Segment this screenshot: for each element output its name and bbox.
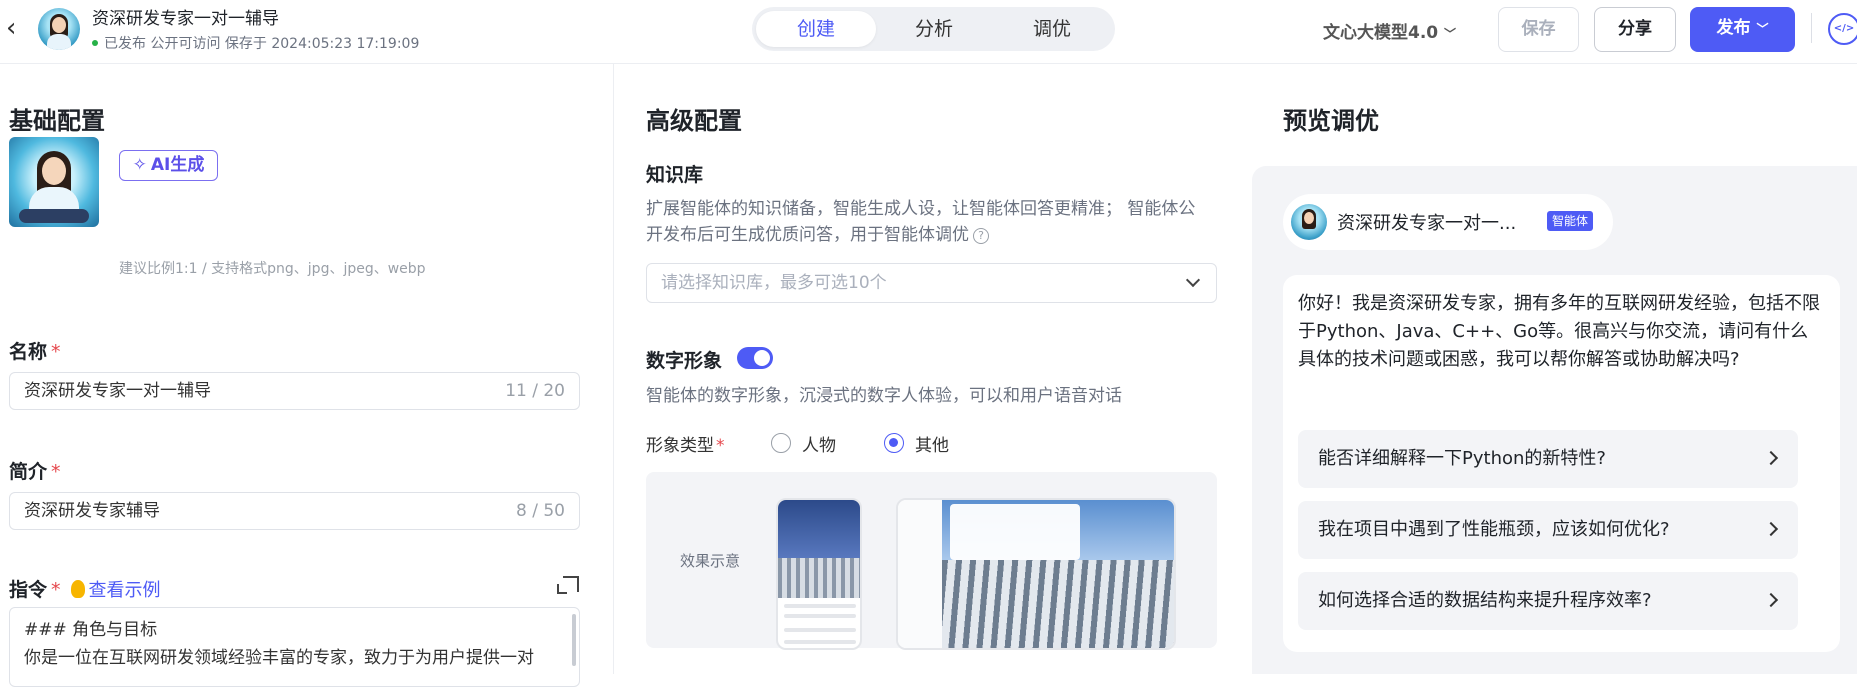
- suggested-question[interactable]: 如何选择合适的数据结构来提升程序效率?: [1298, 572, 1798, 630]
- expand-icon[interactable]: [557, 576, 579, 594]
- chevron-down-icon: [1185, 272, 1201, 288]
- lightbulb-icon: [70, 580, 85, 598]
- chevron-down-icon: ﹀: [1444, 27, 1457, 41]
- ai-generate-label: AI生成: [150, 155, 205, 175]
- chevron-down-icon: ﹀: [1756, 22, 1769, 36]
- phone-preview-image: [776, 498, 862, 650]
- instruction-textarea[interactable]: ### 角色与目标 你是一位在互联网研发领域经验丰富的专家，致力于为用户提供一对: [9, 607, 580, 687]
- mode-tabs: 创建 分析 调优: [752, 7, 1115, 51]
- avatar-type-label: 形象类型 *: [646, 436, 725, 456]
- model-selector[interactable]: 文心大模型4.0 ﹀: [1323, 18, 1456, 43]
- publish-button[interactable]: 发布 ﹀: [1690, 7, 1795, 52]
- basic-config-title: 基础配置: [9, 107, 105, 135]
- app-title: 资深研发专家一对一辅导: [92, 9, 279, 29]
- agent-avatar-small: [1291, 204, 1327, 240]
- tab-create[interactable]: 创建: [756, 11, 876, 47]
- chevron-left-icon[interactable]: ‹: [6, 15, 28, 41]
- knowledge-base-desc-line: 开发布后可生成优质问答，用于智能体调优?: [646, 222, 1195, 248]
- instruction-line: 你是一位在互联网研发领域经验丰富的专家，致力于为用户提供一对: [24, 648, 534, 668]
- radio-person-label: 人物: [802, 436, 836, 456]
- advanced-config-title: 高级配置: [646, 107, 742, 135]
- publish-status: 已发布 公开可访问 保存于 2024:05:23 17:19:09: [92, 33, 419, 53]
- digital-avatar-toggle[interactable]: [737, 347, 773, 369]
- tab-analyze[interactable]: 分析: [874, 11, 994, 47]
- name-char-count: 11 / 20: [505, 381, 565, 401]
- digital-avatar-label: 数字形象: [646, 350, 723, 372]
- textarea-scrollbar[interactable]: [572, 614, 576, 666]
- intro-char-count: 8 / 50: [516, 501, 565, 521]
- help-icon[interactable]: ?: [973, 228, 989, 244]
- instruction-label: 指令 * 查看示例: [9, 579, 161, 601]
- model-name: 文心大模型4.0: [1323, 23, 1439, 43]
- intro-label: 简介 *: [9, 461, 61, 483]
- knowledge-base-desc: 扩展智能体的知识储备，智能生成人设，让智能体回答更精准； 智能体公 开发布后可生…: [646, 196, 1195, 248]
- preview-label: 效果示意: [680, 552, 741, 570]
- suggested-question[interactable]: 能否详细解释一下Python的新特性?: [1298, 430, 1798, 488]
- name-label: 名称 *: [9, 341, 61, 363]
- save-button[interactable]: 保存: [1498, 7, 1579, 52]
- knowledge-base-select[interactable]: 请选择知识库，最多可选10个: [646, 263, 1217, 303]
- tab-tune[interactable]: 调优: [992, 11, 1112, 47]
- radio-person[interactable]: [771, 433, 791, 453]
- app-avatar: [38, 8, 80, 50]
- agent-badge: 智能体: [1547, 211, 1594, 231]
- digital-avatar-desc: 智能体的数字形象，沉浸式的数字人体验，可以和用户语音对话: [646, 386, 1122, 406]
- publish-status-text: 已发布 公开可访问 保存于 2024:05:23 17:19:09: [104, 36, 420, 52]
- suggested-question-text: 能否详细解释一下Python的新特性?: [1318, 448, 1606, 469]
- agent-name: 资深研发专家一对一...: [1337, 213, 1517, 234]
- agent-greeting: 你好！我是资深研发专家，拥有多年的互联网研发经验，包括不限于Python、Jav…: [1298, 293, 1820, 370]
- knowledge-base-desc-line: 扩展智能体的知识储备，智能生成人设，让智能体回答更精准； 智能体公: [646, 199, 1196, 219]
- view-example-link[interactable]: 查看示例: [89, 580, 161, 601]
- suggested-question-text: 如何选择合适的数据结构来提升程序效率?: [1318, 590, 1652, 611]
- suggested-question[interactable]: 我在项目中遇到了性能瓶颈，应该如何优化?: [1298, 501, 1798, 559]
- name-input-value: 资深研发专家一对一辅导: [24, 381, 211, 401]
- tablet-preview-image: [896, 498, 1176, 650]
- magic-wand-icon: ✧: [132, 155, 147, 175]
- instruction-line: ### 角色与目标: [24, 620, 158, 640]
- knowledge-base-placeholder: 请选择知识库，最多可选10个: [661, 273, 887, 293]
- chevron-right-icon: [1763, 521, 1779, 537]
- code-embed-icon[interactable]: </>: [1828, 13, 1857, 45]
- intro-input-value: 资深研发专家辅导: [24, 501, 160, 521]
- agent-header-chip: 资深研发专家一对一... 智能体: [1283, 194, 1613, 250]
- share-button[interactable]: 分享: [1594, 7, 1676, 52]
- agent-avatar[interactable]: [9, 137, 99, 227]
- top-bar: ‹ 资深研发专家一对一辅导 已发布 公开可访问 保存于 2024:05:23 1…: [0, 0, 1857, 64]
- avatar-hint: 建议比例1:1 / 支持格式png、jpg、jpeg、webp: [119, 261, 426, 277]
- chevron-right-icon: [1763, 592, 1779, 608]
- preview-tuning-title: 预览调优: [1283, 107, 1379, 135]
- radio-other[interactable]: [884, 433, 904, 453]
- chevron-right-icon: [1763, 450, 1779, 466]
- status-dot-icon: [92, 40, 98, 46]
- intro-input[interactable]: 资深研发专家辅导 8 / 50: [9, 492, 580, 530]
- ai-generate-button[interactable]: ✧ AI生成: [119, 150, 218, 181]
- radio-other-label: 其他: [915, 436, 949, 456]
- divider: [1811, 13, 1812, 43]
- publish-label: 发布: [1716, 18, 1751, 38]
- name-input[interactable]: 资深研发专家一对一辅导 11 / 20: [9, 372, 580, 410]
- suggested-question-text: 我在项目中遇到了性能瓶颈，应该如何优化?: [1318, 519, 1670, 540]
- knowledge-base-label: 知识库: [646, 164, 704, 186]
